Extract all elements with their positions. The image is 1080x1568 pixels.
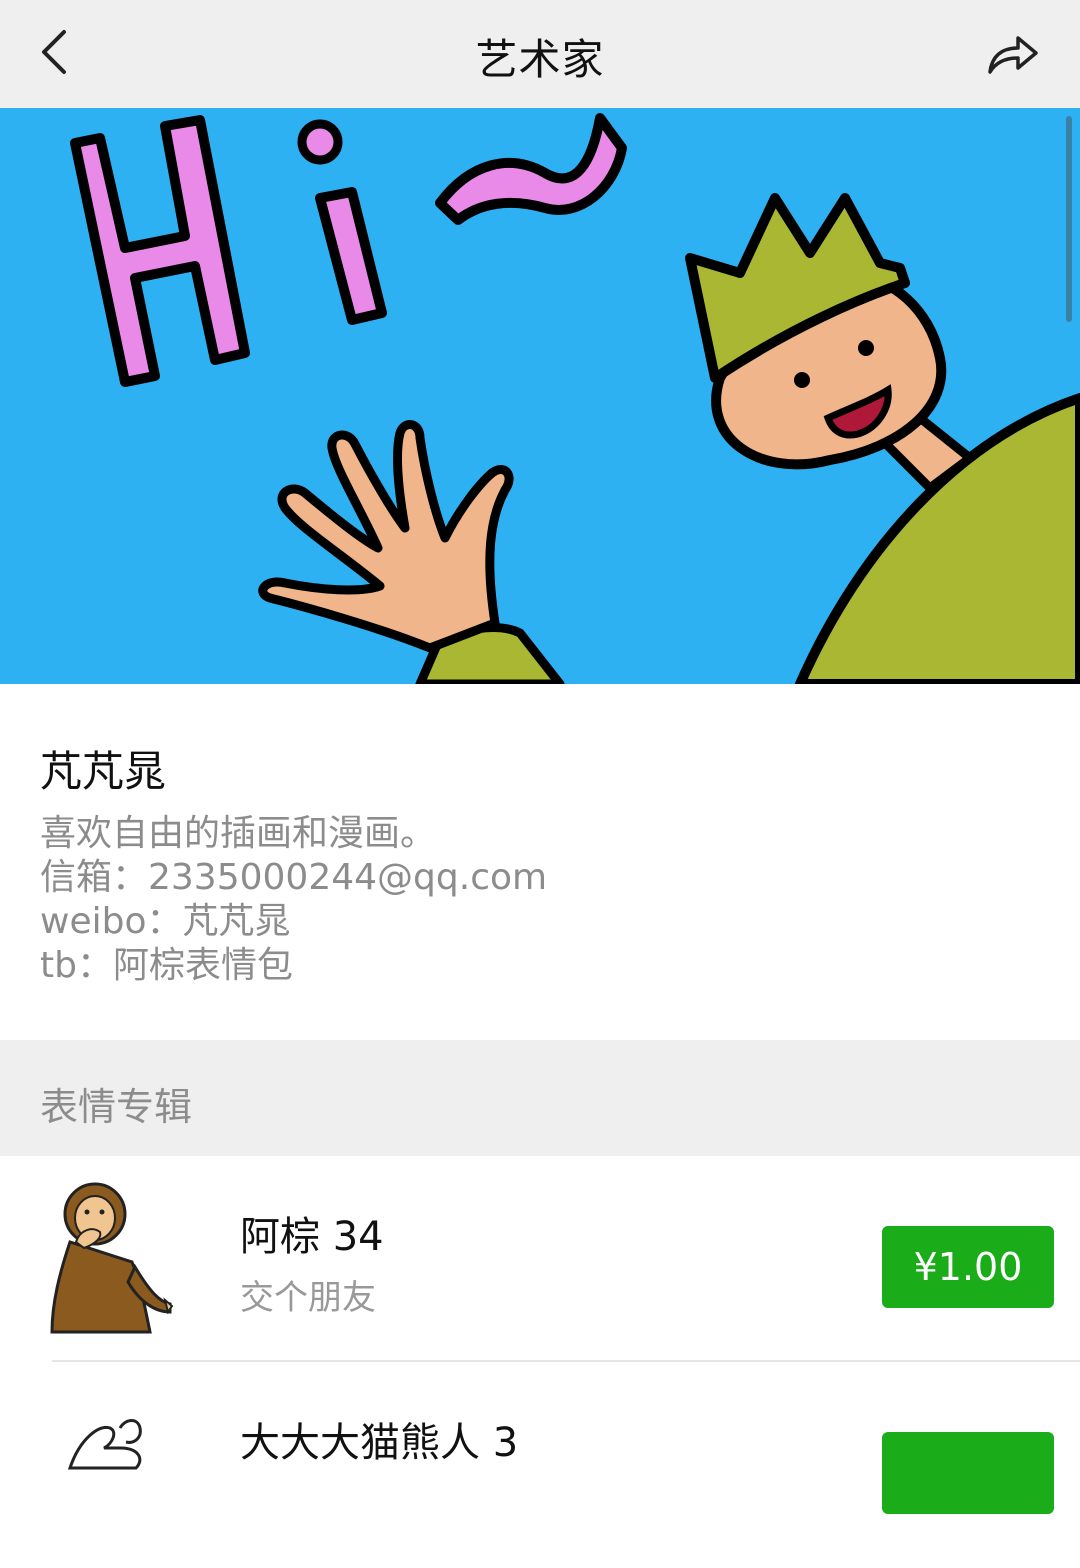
price-button[interactable]: [882, 1432, 1054, 1514]
album-name: 大大大猫熊人 3: [240, 1420, 519, 1466]
artist-bio: 喜欢自由的插画和漫画。 信箱：2335000244@qq.com weibo：芃…: [40, 812, 547, 988]
bio-taobao-line: tb：阿棕表情包: [40, 945, 293, 986]
section-title: 表情专辑: [40, 1085, 193, 1129]
artist-name: 芃芃晁: [40, 747, 167, 796]
bio-email-line: 信箱：2335000244@qq.com: [40, 857, 548, 898]
navigation-bar: 艺术家: [0, 0, 1080, 108]
album-subtitle: 交个朋友: [240, 1278, 376, 1318]
bio-line: 喜欢自由的插画和漫画。: [40, 813, 437, 854]
album-item[interactable]: 大大大猫熊人 3: [0, 1362, 1080, 1568]
section-header: 表情专辑: [0, 1040, 1080, 1156]
album-name: 阿棕 34: [240, 1214, 384, 1260]
album-item[interactable]: 阿棕 34 交个朋友 ¥1.00: [0, 1156, 1080, 1362]
artist-profile: 芃芃晁 喜欢自由的插画和漫画。 信箱：2335000244@qq.com wei…: [0, 684, 1080, 1040]
share-button[interactable]: [980, 22, 1044, 86]
share-arrow-icon: [988, 36, 1038, 74]
album-thumbnail: [67, 1419, 142, 1470]
hi-illustration: [70, 113, 1080, 684]
price-button[interactable]: ¥1.00: [882, 1226, 1054, 1308]
bio-weibo-line: weibo：芃芃晁: [40, 901, 291, 942]
scrollbar[interactable]: [1066, 116, 1072, 322]
album-thumbnail: [50, 1182, 174, 1334]
artist-banner: [0, 108, 1080, 684]
page-title: 艺术家: [475, 35, 605, 84]
